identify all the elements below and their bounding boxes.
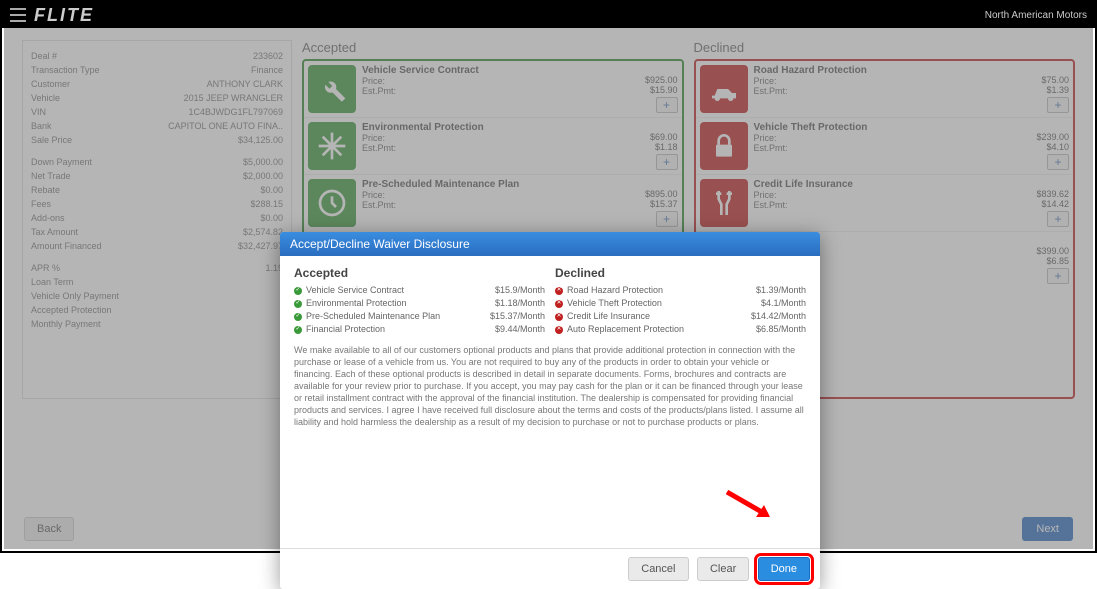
clear-button[interactable]: Clear bbox=[697, 557, 749, 581]
modal-declined-heading: Declined bbox=[555, 266, 806, 280]
annotation-arrow bbox=[722, 487, 782, 532]
modal-title: Accept/Decline Waiver Disclosure bbox=[280, 232, 820, 256]
topbar: FLITE North American Motors bbox=[2, 2, 1095, 28]
modal-list-item: ✕Auto Replacement Protection$6.85/Month bbox=[555, 323, 806, 336]
menu-icon[interactable] bbox=[10, 8, 26, 22]
modal-list-item: ✕Credit Life Insurance$14.42/Month bbox=[555, 310, 806, 323]
waiver-modal: Accept/Decline Waiver Disclosure Accepte… bbox=[280, 232, 820, 589]
modal-list-item: ✓Financial Protection$9.44/Month bbox=[294, 323, 545, 336]
modal-list-item: ✓Environmental Protection$1.18/Month bbox=[294, 297, 545, 310]
modal-list-item: ✕Vehicle Theft Protection$4.1/Month bbox=[555, 297, 806, 310]
modal-list-item: ✓Vehicle Service Contract$15.9/Month bbox=[294, 284, 545, 297]
disclosure-text: We make available to all of our customer… bbox=[294, 344, 806, 428]
cancel-button[interactable]: Cancel bbox=[628, 557, 688, 581]
modal-accepted-heading: Accepted bbox=[294, 266, 545, 280]
done-button[interactable]: Done bbox=[758, 557, 810, 581]
brand-logo: FLITE bbox=[34, 5, 94, 26]
tenant-name: North American Motors bbox=[985, 10, 1087, 21]
modal-footer: Cancel Clear Done bbox=[280, 548, 820, 589]
modal-list-item: ✓Pre-Scheduled Maintenance Plan$15.37/Mo… bbox=[294, 310, 545, 323]
modal-list-item: ✕Road Hazard Protection$1.39/Month bbox=[555, 284, 806, 297]
